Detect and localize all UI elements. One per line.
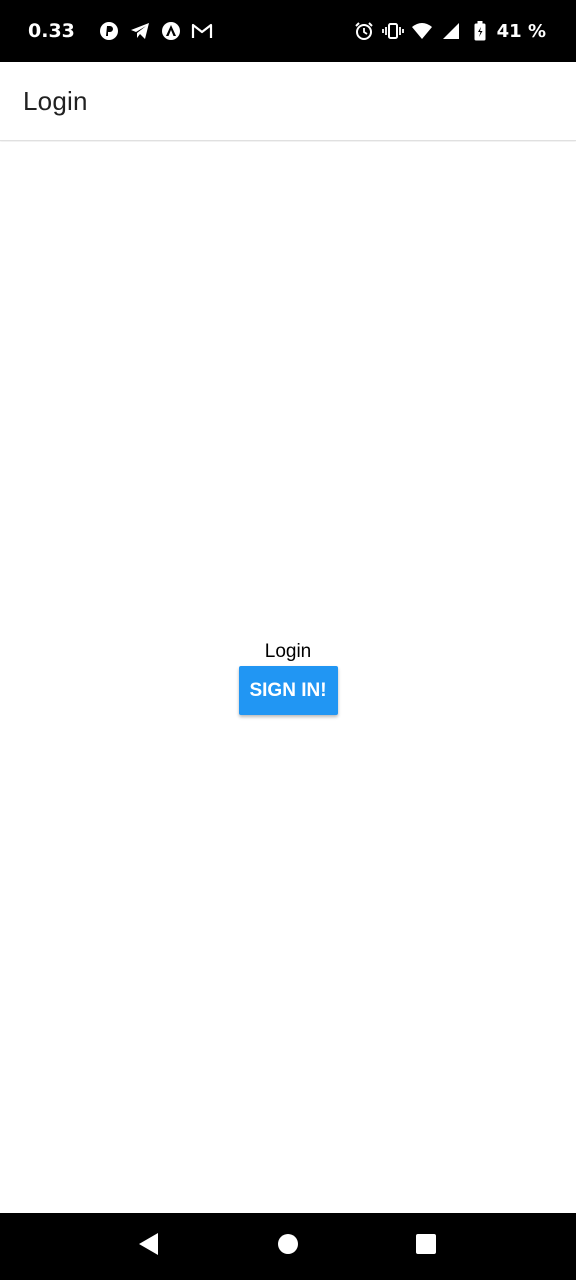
home-icon (277, 1233, 299, 1260)
battery-percent: 41 % (496, 20, 546, 42)
home-button[interactable] (268, 1226, 308, 1266)
artstudio-icon (160, 20, 182, 42)
status-left: 0.33 (28, 20, 213, 42)
vibrate-icon (381, 20, 404, 42)
wifi-icon (411, 20, 433, 42)
signal-icon (440, 20, 462, 42)
alarm-icon (353, 20, 375, 42)
app-bar: Login (0, 62, 576, 141)
recents-icon (415, 1233, 437, 1260)
back-button[interactable] (128, 1226, 168, 1266)
page-title: Login (23, 85, 88, 116)
navigation-bar (0, 1213, 576, 1280)
status-right: 41 % (346, 20, 546, 42)
main-content: Login SIGN IN! (0, 142, 576, 1213)
status-bar: 0.33 41 % (0, 0, 576, 62)
back-icon (136, 1231, 160, 1262)
status-time: 0.33 (28, 20, 75, 42)
telegram-icon (129, 20, 151, 42)
pinterest-icon (98, 20, 120, 42)
gmail-icon (191, 20, 213, 42)
recents-button[interactable] (406, 1226, 446, 1266)
battery-icon (469, 20, 491, 42)
login-label: Login (264, 641, 312, 662)
login-block: Login SIGN IN! (0, 640, 576, 715)
sign-in-button[interactable]: SIGN IN! (238, 666, 338, 715)
